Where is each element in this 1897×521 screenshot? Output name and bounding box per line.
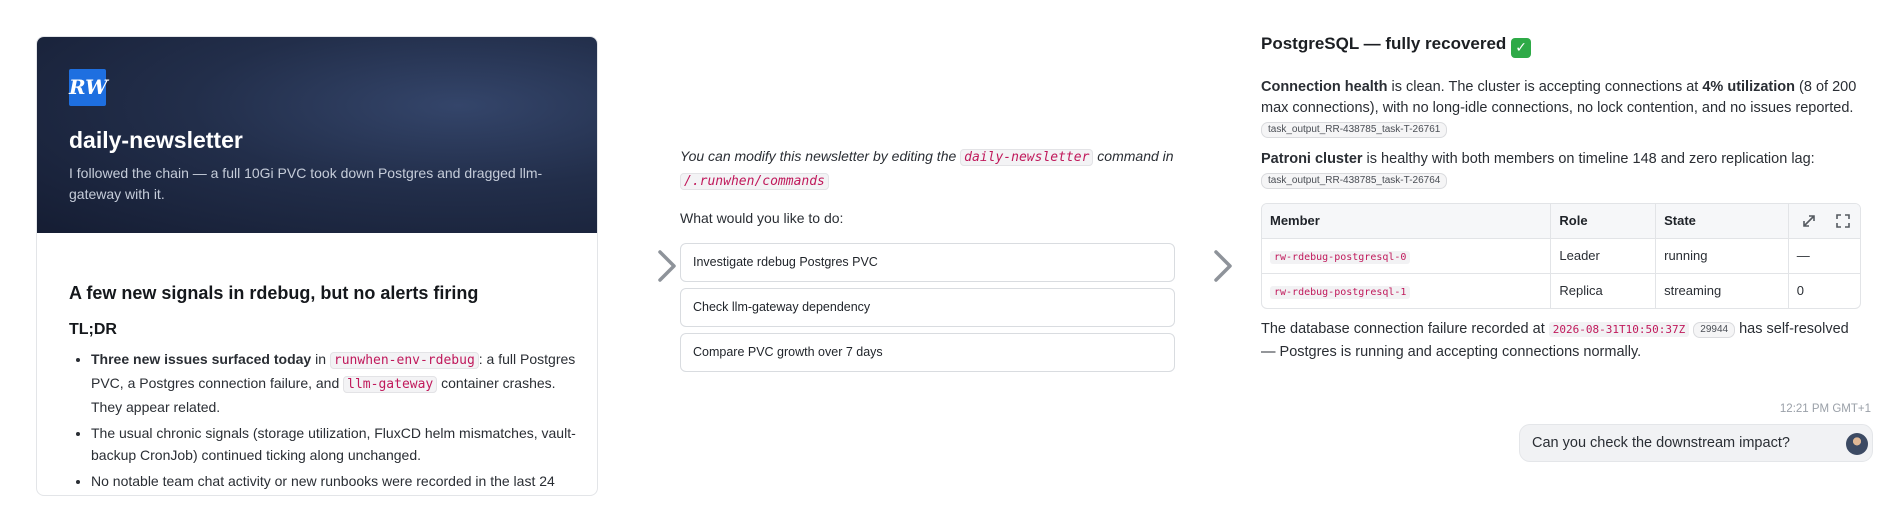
patroni-paragraph: Patroni cluster is healthy with both mem… (1261, 149, 1861, 191)
tldr-list: Three new issues surfaced today in runwh… (69, 348, 579, 492)
list-item: Three new issues surfaced today in runwh… (91, 348, 579, 418)
chevron-right-icon (658, 250, 676, 282)
task-output-tag[interactable]: task_output_RR-438785_task-T-26761 (1261, 122, 1448, 138)
option-button[interactable]: Compare PVC growth over 7 days (680, 333, 1175, 372)
expand-icon[interactable] (1800, 212, 1818, 230)
bold-text: Connection health (1261, 79, 1388, 95)
hint-text: You can modify this newsletter by editin… (680, 148, 961, 164)
options-question: What would you like to do: (680, 210, 844, 226)
patroni-members-table: Member Role State rw-rdebug-postgresql-0… (1261, 203, 1861, 309)
para-text: The database connection failure recorded… (1261, 321, 1549, 337)
table-toolbar (1792, 204, 1860, 238)
table-row: rw-rdebug-postgresql-0 Leader running — (1262, 238, 1860, 274)
newsletter-hero: RW daily-newsletter I followed the chain… (37, 37, 597, 233)
option-button[interactable]: Investigate rdebug Postgres PVC (680, 243, 1175, 282)
title-text: PostgreSQL — fully recovered (1261, 34, 1507, 53)
user-message-text: Can you check the downstream impact? (1532, 435, 1790, 451)
newsletter-title: daily-newsletter (69, 127, 243, 153)
member-name: rw-rdebug-postgresql-1 (1270, 286, 1411, 300)
reference-tag[interactable]: 29944 (1693, 322, 1736, 338)
fullscreen-icon[interactable] (1834, 212, 1852, 230)
para-text: is healthy with both members on timeline… (1362, 151, 1815, 167)
edit-hint: You can modify this newsletter by editin… (680, 145, 1175, 193)
task-output-tag[interactable]: task_output_RR-438785_task-T-26764 (1261, 173, 1448, 189)
hint-text: command in (1093, 148, 1174, 164)
avatar[interactable] (1846, 433, 1868, 455)
table-header-row: Member Role State (1262, 204, 1860, 239)
newsletter-body: A few new signals in rdebug, but no aler… (69, 283, 579, 495)
para-text: is clean. The cluster is accepting conne… (1387, 79, 1703, 95)
table-row: rw-rdebug-postgresql-1 Replica streaming… (1262, 273, 1860, 308)
inline-code: llm-gateway (343, 376, 438, 393)
options-panel: You can modify this newsletter by editin… (680, 145, 1175, 372)
table-cell: streaming (1655, 273, 1789, 308)
table-cell: Replica (1550, 273, 1656, 308)
connection-paragraph: Connection health is clean. The cluster … (1261, 77, 1861, 140)
command-code: daily-newsletter (960, 149, 1094, 166)
newsletter-headline: A few new signals in rdebug, but no aler… (69, 283, 479, 303)
newsletter-subtitle: I followed the chain — a full 10Gi PVC t… (69, 165, 543, 202)
bullet-text: in (311, 351, 330, 367)
bullet-bold: Three new issues surfaced today (91, 351, 312, 367)
path-code: /.runwhen/commands (680, 173, 829, 190)
option-button[interactable]: Check llm-gateway dependency (680, 288, 1175, 327)
check-mark-icon: ✓ (1511, 38, 1532, 58)
tldr-heading: TL;DR (69, 321, 117, 338)
table-cell: running (1655, 238, 1789, 274)
column-header: State (1655, 204, 1789, 239)
member-name: rw-rdebug-postgresql-0 (1270, 251, 1411, 264)
table-cell: rw-rdebug-postgresql-0 (1262, 238, 1551, 274)
table-cell: rw-rdebug-postgresql-1 (1262, 273, 1551, 308)
newsletter-card: RW daily-newsletter I followed the chain… (36, 36, 598, 496)
response-title: PostgreSQL — fully recovered ✓ (1261, 34, 1861, 58)
timestamp-code: 2026-08-31T10:50:37Z (1548, 322, 1690, 337)
bold-text: Patroni cluster (1261, 151, 1363, 167)
chat-panel: PostgreSQL — fully recovered ✓ Connectio… (1261, 34, 1861, 363)
chevron-right-icon (1214, 250, 1232, 282)
runwhen-logo-icon: RW (69, 69, 108, 106)
table-cell: — (1787, 238, 1860, 274)
list-item: The usual chronic signals (storage utili… (91, 422, 579, 466)
inline-code: runwhen-env-rdebug (329, 352, 479, 369)
bold-text: 4% utilization (1702, 79, 1796, 95)
table-cell: 0 (1787, 273, 1860, 308)
message-timestamp: 12:21 PM GMT+1 (1779, 403, 1871, 415)
recovery-paragraph: The database connection failure recorded… (1261, 318, 1861, 363)
user-message-bubble: Can you check the downstream impact? (1519, 424, 1873, 462)
list-item: No notable team chat activity or new run… (91, 470, 579, 492)
column-header: Member (1262, 204, 1551, 239)
table-cell: Leader (1550, 238, 1656, 274)
column-header: Role (1550, 204, 1656, 239)
